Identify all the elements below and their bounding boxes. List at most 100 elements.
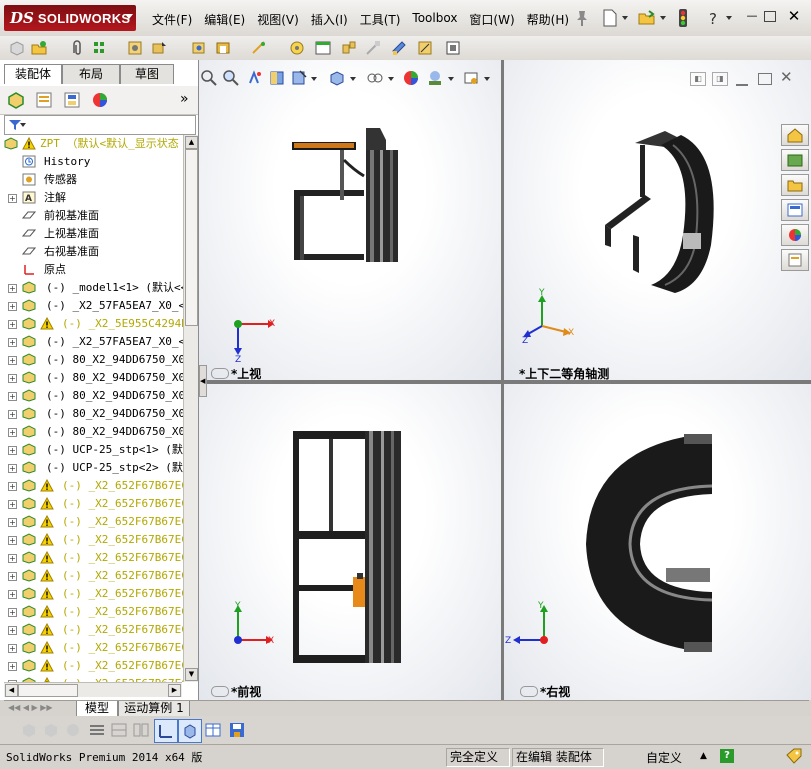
- filter-dropdown-icon[interactable]: [20, 123, 26, 127]
- instant3d-icon[interactable]: [444, 39, 462, 57]
- menu-toolbox[interactable]: Toolbox: [406, 9, 463, 30]
- task-pane-view-palette[interactable]: [781, 199, 809, 221]
- menu-tools[interactable]: 工具(T): [354, 9, 407, 30]
- tree-item[interactable]: +(-) _X2_652F67B67EC4: [0, 567, 183, 585]
- expand-toggle-icon[interactable]: +: [8, 374, 17, 383]
- tree-item[interactable]: 前视基准面: [0, 207, 183, 225]
- expand-toggle-icon[interactable]: +: [8, 554, 17, 563]
- explode-line-sketch-icon[interactable]: [364, 39, 382, 57]
- tree-item[interactable]: + (-) _X2_57FA5EA7_X0_<2>: [0, 333, 183, 351]
- list-view-icon[interactable]: [88, 721, 106, 739]
- expand-toggle-icon[interactable]: +: [8, 302, 17, 311]
- menu-insert[interactable]: 插入(I): [305, 9, 354, 30]
- tree-item[interactable]: + (-) _X2_5E955C4294DD: [0, 315, 183, 333]
- tree-item[interactable]: +(-) _X2_652F67B67EC4: [0, 531, 183, 549]
- close-icon[interactable]: ✕: [786, 9, 802, 24]
- tab-nav-icons[interactable]: ◀◀ ◀ ▶ ▶▶: [8, 703, 53, 712]
- tree-item[interactable]: + (-) _X2_57FA5EA7_X0_<1>: [0, 297, 183, 315]
- tab-sketch[interactable]: 草图: [120, 64, 174, 84]
- insert-component-icon[interactable]: [30, 39, 48, 57]
- component-icon[interactable]: [8, 39, 26, 57]
- expand-toggle-icon[interactable]: +: [8, 446, 17, 455]
- task-pane-custom-properties[interactable]: [781, 249, 809, 271]
- tree-item[interactable]: +(-) _X2_652F67B67EC4: [0, 495, 183, 513]
- section-view-icon[interactable]: [268, 69, 286, 87]
- tree-item[interactable]: + (-) UCP-25_stp<2> (默认: [0, 459, 183, 477]
- expand-toggle-icon[interactable]: +: [8, 428, 17, 437]
- expand-panel-icon[interactable]: »: [180, 91, 189, 107]
- tree-item[interactable]: +(-) _X2_652F67B67EC4: [0, 513, 183, 531]
- open-folder-icon[interactable]: [637, 8, 657, 28]
- menu-help[interactable]: 帮助(H): [521, 9, 575, 30]
- tab-motion-study[interactable]: 运动算例 1: [118, 701, 190, 717]
- tab-layout[interactable]: 布局: [62, 64, 120, 84]
- expand-toggle-icon[interactable]: +: [8, 626, 17, 635]
- display-style-icon[interactable]: [366, 69, 384, 87]
- show-hidden-icon[interactable]: [190, 39, 208, 57]
- new-dropdown-icon[interactable]: [622, 16, 628, 20]
- quick-help-icon[interactable]: ?: [720, 749, 734, 763]
- tree-item[interactable]: + (-) 80_X2_94DD6750_X0_<: [0, 351, 183, 369]
- tree-item[interactable]: 上视基准面: [0, 225, 183, 243]
- expand-toggle-icon[interactable]: +: [8, 194, 17, 203]
- view-settings-dropdown-icon[interactable]: [484, 77, 490, 81]
- assembly-features-icon[interactable]: [214, 39, 232, 57]
- menu-edit[interactable]: 编辑(E): [198, 9, 251, 30]
- menu-file[interactable]: 文件(F): [146, 9, 198, 30]
- expand-toggle-icon[interactable]: +: [8, 536, 17, 545]
- expand-toggle-icon[interactable]: +: [8, 392, 17, 401]
- tab-model[interactable]: 模型: [76, 701, 118, 717]
- bill-of-materials-icon[interactable]: [314, 39, 332, 57]
- viewport-restore-icon[interactable]: [758, 73, 772, 85]
- table-icon[interactable]: [204, 721, 222, 739]
- four-view-button[interactable]: [178, 719, 202, 743]
- tree-item[interactable]: +(-) _X2_652F67B67EC4: [0, 675, 183, 682]
- solidworks-logo[interactable]: DS SOLIDWORKS: [4, 5, 136, 31]
- tree-horizontal-scrollbar[interactable]: ◀ ▶: [4, 682, 182, 697]
- reference-geometry-icon[interactable]: [250, 39, 268, 57]
- link-views-icon[interactable]: ◧: [690, 72, 706, 86]
- expand-toggle-icon[interactable]: +: [8, 356, 17, 365]
- view-orientation-icon[interactable]: [328, 69, 346, 87]
- zoom-to-fit-icon[interactable]: [200, 69, 218, 87]
- tree-item[interactable]: +(-) _X2_652F67B67EC4: [0, 477, 183, 495]
- tree-item[interactable]: +(-) _X2_652F67B67EC4: [0, 585, 183, 603]
- tab-assembly[interactable]: 装配体: [4, 64, 62, 84]
- viewport-link-icon[interactable]: [520, 686, 538, 697]
- restore-icon[interactable]: [764, 11, 776, 22]
- scene-icon[interactable]: [426, 69, 444, 87]
- scroll-up-icon[interactable]: ▲: [185, 136, 198, 149]
- expand-toggle-icon[interactable]: +: [8, 662, 17, 671]
- display-manager-icon[interactable]: [90, 90, 110, 110]
- smart-fasteners-icon[interactable]: [126, 39, 144, 57]
- mate-paperclip-icon[interactable]: [68, 39, 86, 57]
- property-manager-icon[interactable]: [34, 90, 54, 110]
- menu-window[interactable]: 窗口(W): [463, 9, 520, 30]
- tree-item[interactable]: History: [0, 153, 183, 171]
- tree-item[interactable]: + (-) 80_X2_94DD6750_X0_<: [0, 369, 183, 387]
- tree-item[interactable]: 原点: [0, 261, 183, 279]
- menu-view[interactable]: 视图(V): [251, 9, 305, 30]
- interference-detection-icon[interactable]: [390, 39, 408, 57]
- expand-toggle-icon[interactable]: +: [8, 518, 17, 527]
- tile-view-icon[interactable]: [132, 721, 150, 739]
- expand-toggle-icon[interactable]: +: [8, 410, 17, 419]
- tree-root[interactable]: ZPT （默认<默认_显示状态: [0, 135, 183, 153]
- expand-toggle-icon[interactable]: +: [8, 482, 17, 491]
- tree-vertical-scrollbar[interactable]: ▲ ▼: [183, 135, 198, 682]
- help-icon[interactable]: ?: [703, 8, 723, 28]
- previous-view-icon[interactable]: [246, 69, 264, 87]
- orientation-dropdown-icon[interactable]: [350, 77, 356, 81]
- zoom-to-area-icon[interactable]: [222, 69, 240, 87]
- scroll-right-icon[interactable]: ▶: [168, 684, 181, 697]
- tree-item[interactable]: 传感器: [0, 171, 183, 189]
- viewport-link-icon[interactable]: [211, 368, 229, 379]
- scroll-left-icon[interactable]: ◀: [5, 684, 18, 697]
- tree-item[interactable]: + A 注解: [0, 189, 183, 207]
- tree-item[interactable]: + (-) 80_X2_94DD6750_X0_<: [0, 405, 183, 423]
- open-dropdown-icon[interactable]: [660, 16, 666, 20]
- pin-icon[interactable]: [572, 8, 592, 28]
- task-pane-appearances[interactable]: [781, 224, 809, 246]
- minimize-icon[interactable]: —: [744, 9, 760, 23]
- new-document-icon[interactable]: [600, 8, 620, 28]
